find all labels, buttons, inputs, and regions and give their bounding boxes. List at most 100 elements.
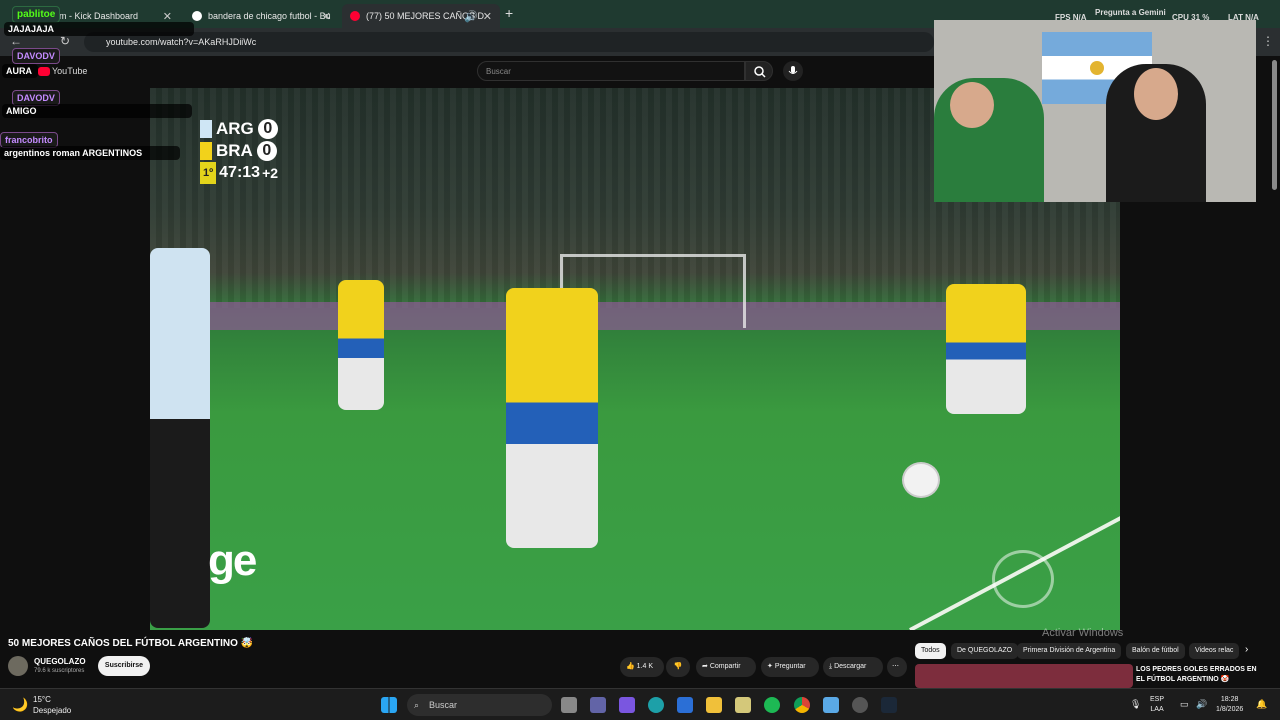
weather-widget[interactable]: 15°C Despejado [33, 694, 71, 716]
share-label: Compartir [709, 663, 741, 670]
scoreboard: ARG 0 BRA 0 1º 47:13 +2 [200, 118, 290, 184]
dislike-button[interactable]: 👎 [666, 657, 690, 677]
chat-message: AURA [2, 64, 38, 78]
teams-icon[interactable] [590, 697, 606, 713]
like-button[interactable]: 👍 1.4 K [620, 657, 664, 677]
notification-bell-icon[interactable]: 🔔 [1256, 699, 1267, 709]
football [902, 462, 940, 498]
speaker-icon[interactable]: 🔊 [464, 10, 478, 23]
task-view-icon[interactable] [561, 697, 577, 713]
close-icon[interactable]: ✕ [483, 10, 492, 23]
gemini-button[interactable]: Pregunta a Gemini [1095, 8, 1166, 17]
notepad-icon[interactable] [735, 697, 751, 713]
thumbs-down-icon: 👎 [673, 663, 683, 670]
youtube-logo-icon [38, 67, 50, 76]
youtube-search-input[interactable]: Buscar [477, 61, 745, 81]
youtube-icon [350, 11, 360, 21]
download-button[interactable]: ⤓ Descargar [823, 657, 883, 677]
voice-search-button[interactable] [783, 61, 803, 81]
chat-username: pablitoe [12, 6, 61, 23]
face [950, 82, 994, 128]
sparkle-icon: ✦ [767, 663, 773, 670]
clock[interactable]: 18:28 1/8/2026 [1216, 695, 1243, 715]
chip-primera-division[interactable]: Primera División de Argentina [1017, 643, 1122, 659]
youtube-logo[interactable]: YouTube [52, 66, 87, 76]
file-explorer-icon[interactable] [706, 697, 722, 713]
team-score: 0 [256, 141, 277, 161]
new-tab-button[interactable]: + [505, 5, 513, 21]
team-color-bar [200, 142, 212, 160]
app-icon[interactable] [852, 697, 868, 713]
ask-label: Preguntar [774, 663, 806, 670]
face [1134, 68, 1178, 120]
player-brazil [946, 284, 1026, 414]
subscriber-count: 79.6 k suscriptores [34, 668, 85, 674]
store-icon[interactable] [677, 697, 693, 713]
tab-label: bandera de chicago futbol - Bu [208, 11, 331, 21]
search-button[interactable] [745, 61, 773, 81]
activate-windows-watermark: Activar Windows [1042, 627, 1124, 639]
screen: am - Kick Dashboard ✕ bandera de chicago… [0, 0, 1280, 720]
url-field[interactable]: youtube.com/watch?v=AKaRHJDiiWc [84, 32, 934, 52]
windows-taskbar: 🌙 15°C Despejado ⌕ Buscar 🎙 ESP LAA ▭ 🔊 … [0, 688, 1280, 720]
page-scrollbar[interactable] [1272, 60, 1277, 190]
scoreboard-clock: 1º 47:13 +2 [200, 162, 290, 184]
microphone-icon[interactable]: 🎙 [1130, 699, 1141, 709]
sun-of-may-icon [1090, 61, 1104, 75]
scoreboard-row-away: BRA 0 [200, 140, 290, 162]
close-icon[interactable]: ✕ [322, 10, 331, 23]
network-icon[interactable]: ▭ [1180, 699, 1189, 709]
period: 1º [200, 162, 217, 184]
share-icon: ➦ [702, 663, 708, 670]
ask-button[interactable]: ✦ Preguntar [761, 657, 819, 677]
google-icon [192, 11, 202, 21]
copilot-icon[interactable] [619, 697, 635, 713]
chevron-right-icon[interactable]: › [1245, 644, 1248, 655]
more-actions-button[interactable]: ⋯ [887, 657, 907, 677]
webcam-feed [934, 20, 1256, 202]
spotify-icon[interactable] [764, 697, 780, 713]
windows-start-icon[interactable] [381, 697, 397, 713]
player-argentina [150, 248, 210, 628]
search-icon [754, 66, 766, 78]
scoreboard-row-home: ARG 0 [200, 118, 290, 140]
language-indicator[interactable]: ESP LAA [1150, 695, 1164, 715]
channel-avatar[interactable] [8, 656, 28, 676]
menu-icon[interactable]: ⋮ [1262, 34, 1274, 48]
channel-name[interactable]: QUEGOLAZO [34, 657, 86, 666]
chrome-icon[interactable] [794, 697, 810, 713]
match-time: 47:13 [219, 164, 261, 181]
recommended-video-thumbnail[interactable] [915, 664, 1133, 688]
share-button[interactable]: ➦ Compartir [696, 657, 756, 677]
close-icon[interactable]: ✕ [163, 10, 172, 23]
back-icon[interactable]: ← [10, 34, 22, 48]
reload-icon[interactable]: ↻ [60, 34, 70, 48]
steam-icon[interactable] [881, 697, 897, 713]
tab-youtube-video[interactable]: (77) 50 MEJORES CAÑOS D 🔊 ✕ [342, 4, 500, 28]
team-color-bar [200, 120, 212, 138]
clock-date: 1/8/2026 [1216, 706, 1244, 713]
chip-de-quegolazo[interactable]: De QUEGOLAZO [951, 643, 1019, 659]
lang-primary: ESP [1150, 696, 1165, 703]
edge-icon[interactable] [648, 697, 664, 713]
microphone-icon [788, 66, 798, 74]
volume-icon[interactable]: 🔊 [1196, 699, 1207, 709]
chat-message: argentinos roman ARGENTINOS [0, 146, 180, 160]
more-icon: ⋯ [892, 663, 899, 670]
ge-logo: ge [208, 536, 257, 585]
tab-google-search[interactable]: bandera de chicago futbol - Bu ✕ [184, 4, 339, 28]
player-brazil [338, 280, 384, 410]
taskbar-search-placeholder: Buscar [429, 700, 458, 710]
thumbs-up-icon: 👍 [626, 663, 635, 670]
like-count: 1.4 K [636, 663, 654, 670]
chip-balon-de-futbol[interactable]: Balón de fútbol [1126, 643, 1185, 659]
clock-time: 18:28 [1220, 696, 1239, 703]
subscribe-button[interactable]: Suscribirse [98, 656, 150, 676]
recommended-video-title[interactable]: LOS PEORES GOLES ERRADOS EN EL FÚTBOL AR… [1136, 665, 1266, 685]
chip-videos-relacionados[interactable]: Videos relac [1189, 643, 1239, 659]
url-text: youtube.com/watch?v=AKaRHJDiiWc [106, 37, 257, 47]
search-placeholder: Buscar [486, 67, 511, 76]
taskbar-search[interactable]: ⌕ Buscar [407, 694, 552, 716]
notes-icon[interactable] [823, 697, 839, 713]
chip-todos[interactable]: Todos [915, 643, 946, 659]
